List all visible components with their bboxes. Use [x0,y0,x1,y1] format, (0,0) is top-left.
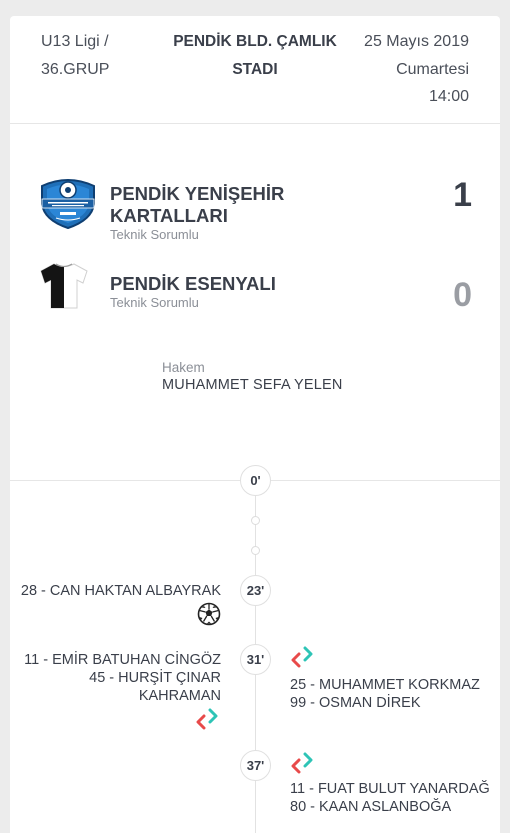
event-sub-right: 25 - MUHAMMET KORKMAZ 99 - OSMAN DİREK [290,676,480,712]
referee-name: MUHAMMET SEFA YELEN [162,377,343,393]
sub-player: 80 - KAAN ASLANBOĞA [290,799,452,815]
substitution-icon [195,708,221,735]
sub-player: 25 - MUHAMMET KORKMAZ [290,677,480,693]
match-card: U13 Ligi / 36.GRUP PENDİK BLD. ÇAMLIK ST… [10,16,500,833]
home-team[interactable]: PENDİK YENİŞEHİR KARTALLARI Teknik Sorum… [10,174,500,244]
event-minute: 23' [240,575,271,606]
goal-scorer: 28 - CAN HAKTAN ALBAYRAK [20,583,221,599]
match-date: 25 Mayıs 2019 [364,33,469,50]
home-team-logo [38,174,98,235]
home-team-name: PENDİK YENİŞEHİR KARTALLARI [110,183,284,227]
sub-player: 99 - OSMAN DİREK [290,695,421,711]
event-sub-left: 11 - EMİR BATUHAN CİNGÖZ 45 - HURŞİT ÇIN… [24,651,221,705]
event-sub-right: 11 - FUAT BULUT YANARDAĞ 80 - KAAN ASLAN… [290,780,490,816]
home-team-name-line2: KARTALLARI [110,205,228,226]
away-coach-label: Teknik Sorumlu [110,295,199,310]
match-time: 14:00 [428,88,469,105]
stadium-name: PENDİK BLD. ÇAMLIK [173,33,337,50]
goal-icon [197,602,221,631]
event-minute: 37' [240,750,271,781]
event-goal-player: 28 - CAN HAKTAN ALBAYRAK [21,582,221,600]
away-team-jersey-icon [39,260,89,315]
league-group: 36.GRUP [41,60,110,78]
league-name: U13 Ligi / [41,33,109,50]
substitution-icon [290,752,316,779]
timeline-dot [251,516,260,525]
sub-player: 11 - EMİR BATUHAN CİNGÖZ [24,652,221,668]
sub-player: KAHRAMAN [138,688,221,704]
substitution-icon [290,646,316,673]
league-info: U13 Ligi / 36.GRUP [41,28,109,83]
timeline-start-marker: 0' [240,465,271,496]
timeline-dot [251,546,260,555]
event-minute: 31' [240,644,271,675]
sub-player: 11 - FUAT BULUT YANARDAĞ [290,781,490,797]
home-team-name-line1: PENDİK YENİŞEHİR [110,183,285,204]
away-score: 0 [453,276,472,314]
stadium-name-suffix: STADI [232,60,278,78]
home-coach-label: Teknik Sorumlu [110,227,199,242]
sub-player: 45 - HURŞİT ÇINAR [89,670,221,686]
home-score: 1 [453,176,472,214]
match-info: U13 Ligi / 36.GRUP PENDİK BLD. ÇAMLIK ST… [10,16,500,124]
match-datetime: 25 Mayıs 2019 Cumartesi 14:00 [364,28,469,111]
stadium-info: PENDİK BLD. ÇAMLIK STADI [165,28,345,83]
away-team-name: PENDİK ESENYALI [110,273,276,294]
referee-label: Hakem [162,360,205,375]
away-team[interactable]: PENDİK ESENYALI Teknik Sorumlu 0 [10,260,500,320]
match-day: Cumartesi [396,60,469,78]
